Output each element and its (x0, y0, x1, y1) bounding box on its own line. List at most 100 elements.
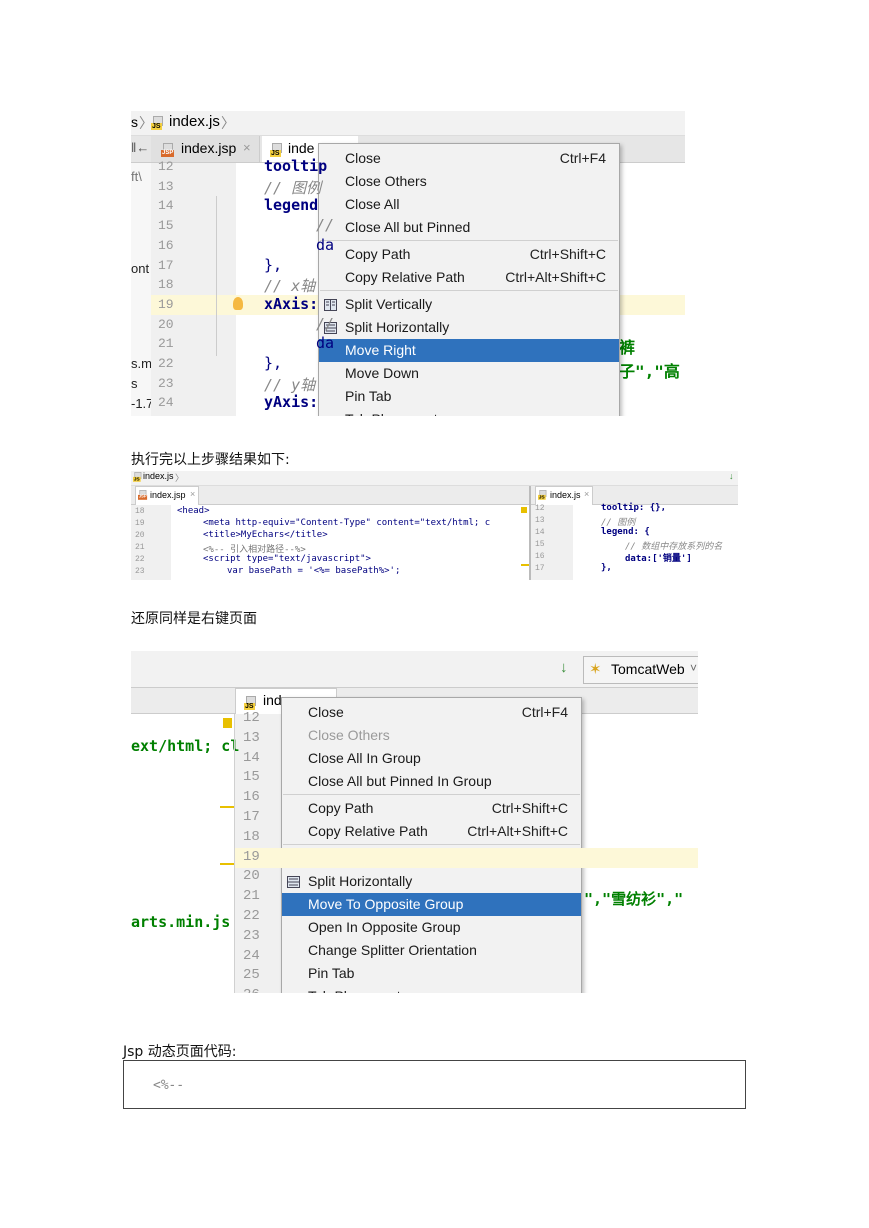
code-box-text: <%-- (153, 1078, 185, 1093)
warning-stripe (521, 564, 529, 566)
caption-jsp-code: Jsp 动态页面代码: (123, 1044, 237, 1060)
line-number: 23 (158, 375, 174, 391)
line-number: 21 (158, 336, 174, 352)
code-line: da (316, 235, 335, 254)
line-number: 19 (243, 848, 260, 865)
tab-close-icon[interactable]: × (190, 489, 195, 499)
menu-item-close[interactable]: Close Ctrl+F4 (282, 701, 581, 724)
menu-item-tab-placement[interactable]: Tab Placement › (282, 985, 581, 993)
line-number: 18 (243, 828, 260, 845)
breadcrumb-prefix: s (131, 114, 138, 130)
arrow-icon[interactable]: ↓ (729, 471, 734, 481)
menu-item-move-to-opposite-group[interactable]: Move To Opposite Group (282, 893, 581, 916)
menu-item-label: Tab Placement (345, 411, 438, 416)
line-number: 13 (158, 178, 174, 194)
menu-item-split-vertically[interactable]: Split Vertically (319, 293, 619, 316)
menu-item-tab-placement[interactable]: Tab Placement › (319, 408, 619, 416)
project-text: ont (131, 261, 150, 276)
code-line: da (316, 334, 335, 353)
code-line: }, (264, 255, 283, 274)
tab-label: inde (288, 140, 315, 156)
caption-restore: 还原同样是右键页面 (131, 611, 257, 627)
menu-item-label: Copy Relative Path (345, 269, 465, 285)
menu-item-close-all[interactable]: Close All (319, 193, 619, 216)
menu-item-close-all-but-pinned-in-group[interactable]: Close All but Pinned In Group (282, 770, 581, 793)
menu-item-pin-tab[interactable]: Pin Tab (319, 385, 619, 408)
line-number: 24 (158, 395, 174, 411)
line-number: 15 (158, 218, 174, 234)
jsp-file-icon (138, 490, 148, 500)
code-line: <head> (177, 506, 210, 516)
menu-item-close[interactable]: Close Ctrl+F4 (319, 147, 619, 170)
tab-index-js[interactable]: index.js × (535, 486, 593, 505)
menu-item-label: Close Others (345, 173, 427, 189)
menu-item-split-horizontally[interactable]: Split Horizontally (282, 870, 581, 893)
line-number: 17 (158, 257, 174, 273)
project-text: ft\ (131, 169, 142, 184)
js-file-icon (244, 696, 258, 710)
menu-item-label: Close (345, 150, 381, 166)
tab-close-icon[interactable]: × (584, 489, 589, 499)
menu-item-pin-tab[interactable]: Pin Tab (282, 962, 581, 985)
menu-item-change-splitter-orientation[interactable]: Change Splitter Orientation (282, 939, 581, 962)
breakpoint-bulb-icon[interactable] (233, 297, 243, 310)
menu-item-close-all-but-pinned[interactable]: Close All but Pinned (319, 216, 619, 239)
menu-item-split-horizontally[interactable]: Split Horizontally (319, 316, 619, 339)
menu-item-move-right[interactable]: Move Right (319, 339, 619, 362)
menu-item-close-all-in-group[interactable]: Close All In Group (282, 747, 581, 770)
breadcrumb-file[interactable]: index.js (169, 113, 220, 130)
project-text: s.m (131, 356, 152, 371)
line-number: 16 (158, 237, 174, 253)
code-line: yAxis: (264, 393, 319, 412)
run-config-dropdown[interactable]: ✶ TomcatWeb ˅ (583, 656, 698, 684)
breadcrumb-chevron-icon: 〉 (221, 115, 235, 131)
js-file-icon (538, 490, 548, 500)
line-number: 16 (535, 552, 545, 561)
menu-item-label: Split Horizontally (345, 319, 450, 335)
code-line: // x轴 (264, 277, 316, 296)
line-number: 14 (243, 749, 260, 766)
line-number: 12 (535, 504, 545, 513)
code-line: // 图例 (264, 178, 322, 197)
menu-item-label: Copy Relative Path (308, 823, 428, 839)
tab-label: index.jsp (150, 490, 186, 500)
menu-item-open-in-opposite-group[interactable]: Open In Opposite Group (282, 916, 581, 939)
menu-item-close-others[interactable]: Close Others (282, 724, 581, 747)
breadcrumb-file[interactable]: index.js (143, 471, 174, 481)
sort-icon[interactable]: ↓ (560, 659, 568, 676)
menu-separator (320, 240, 618, 241)
menu-item-move-down[interactable]: Move Down (319, 362, 619, 385)
code-line: tooltip: {}, (601, 503, 667, 513)
tab-index-jsp[interactable]: index.jsp × (135, 486, 199, 505)
code-line: <meta http-equiv="Content-Type" content=… (203, 518, 491, 528)
warning-stripe (220, 806, 234, 808)
chevron-down-icon: ˅ (690, 661, 698, 675)
jsp-file-icon (161, 143, 175, 157)
tab-label: index.jsp (181, 140, 237, 156)
warning-stripe (220, 863, 234, 865)
line-number: 22 (158, 356, 174, 371)
screenshot-2: index.js 〉 ↓ index.jsp × index.js × 18 <h… (131, 471, 738, 580)
left-tab-bar: index.jsp × (131, 486, 529, 505)
code-line: // (316, 314, 335, 333)
code-line: <script type="text/javascript"> (203, 554, 371, 564)
line-number: 25 (243, 967, 260, 984)
line-number: 26 (243, 987, 260, 993)
menu-item-close-others[interactable]: Close Others (319, 170, 619, 193)
context-menu: Close Ctrl+F4 Close Others Close All Close A… (318, 143, 620, 416)
menu-item-copy-relative-path[interactable]: Copy Relative Path Ctrl+Alt+Shift+C (319, 266, 619, 289)
menu-item-copy-path[interactable]: Copy Path Ctrl+Shift+C (282, 797, 581, 820)
line-number: 13 (243, 729, 260, 746)
screenshot-1: s 〉 index.js 〉 ‖← index.jsp × inde ft\ o… (131, 111, 685, 416)
code-line: }, (264, 354, 283, 372)
menu-item-label: Close (308, 704, 344, 720)
submenu-arrow-icon: › (601, 411, 606, 416)
tab-close-icon[interactable]: × (243, 140, 251, 155)
split-horizontal-icon (287, 875, 300, 888)
line-number: 12 (158, 159, 174, 174)
line-number: 20 (135, 531, 145, 540)
menu-item-label: Move To Opposite Group (308, 896, 464, 912)
line-number: 23 (243, 927, 260, 944)
menu-item-copy-relative-path[interactable]: Copy Relative Path Ctrl+Alt+Shift+C (282, 820, 581, 843)
menu-item-copy-path[interactable]: Copy Path Ctrl+Shift+C (319, 243, 619, 266)
